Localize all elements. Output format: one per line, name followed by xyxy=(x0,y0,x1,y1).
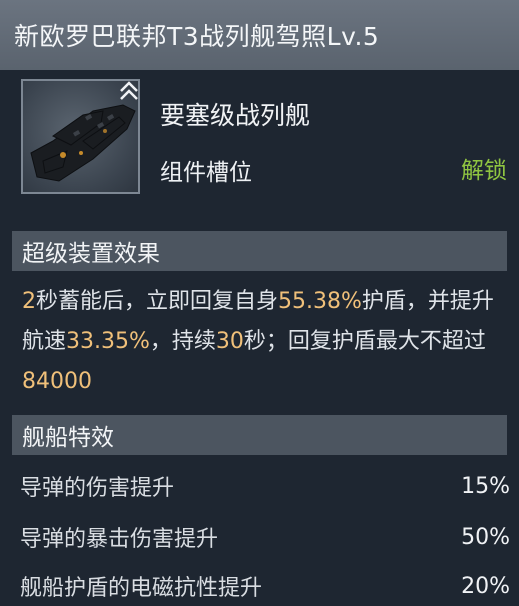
highlighted-value: 84000 xyxy=(22,369,92,394)
effect-value: 15% xyxy=(461,473,510,499)
effect-row-missile-crit-damage: 导弹的暴击伤害提升 50% xyxy=(20,517,510,557)
effect-row-missile-damage: 导弹的伤害提升 15% xyxy=(20,466,510,506)
unlock-button[interactable]: 解锁 xyxy=(461,151,507,185)
description-text: 秒；回复护盾最大不超过 xyxy=(243,329,486,354)
ship-class-name: 要塞级战列舰 xyxy=(160,101,311,130)
super-device-description: 2秒蓄能后，立即回复自身55.38%护盾，并提升航速33.35%，持续30秒；回… xyxy=(22,282,502,402)
effect-label: 导弹的暴击伤害提升 xyxy=(20,527,219,552)
ship-effects-title: 舰船特效 xyxy=(22,425,114,451)
effect-label: 舰船护盾的电磁抗性提升 xyxy=(20,576,263,601)
effect-value: 50% xyxy=(461,524,510,550)
super-device-title: 超级装置效果 xyxy=(22,241,160,267)
highlighted-value: 30 xyxy=(215,329,244,354)
license-title-bar: 新欧罗巴联邦T3战列舰驾照Lv.5 xyxy=(0,0,519,70)
super-device-section-title: 超级装置效果 xyxy=(12,231,507,271)
highlighted-value: 33.35% xyxy=(66,329,150,354)
rank-chevron-icon xyxy=(120,81,138,100)
description-text: 秒蓄能后，立即回复自身 xyxy=(36,289,279,314)
ship-effects-section-title: 舰船特效 xyxy=(12,415,507,455)
description-text: ，持续 xyxy=(149,329,216,354)
effect-label: 导弹的伤害提升 xyxy=(20,476,175,501)
highlighted-value: 55.38% xyxy=(278,289,362,314)
license-title: 新欧罗巴联邦T3战列舰驾照Lv.5 xyxy=(14,22,380,51)
component-slot-label: 组件槽位 xyxy=(160,160,252,186)
effect-value: 20% xyxy=(461,573,510,599)
highlighted-value: 2 xyxy=(22,289,36,314)
effect-row-shield-em-resist: 舰船护盾的电磁抗性提升 20% xyxy=(20,566,510,606)
